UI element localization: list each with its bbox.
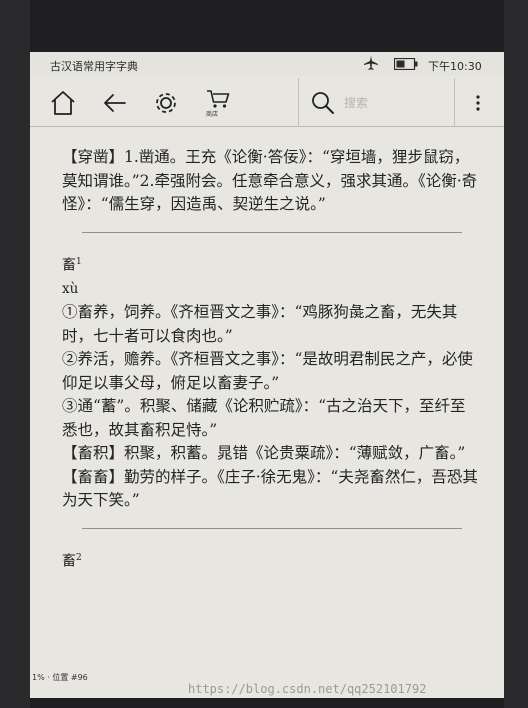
battery-icon: [394, 58, 418, 70]
sense-3: ③通“蓄”。积聚、储藏《论积贮疏》：“古之治天下，至纤至悉也，故其畜积足恃。”: [62, 397, 466, 439]
more-menu-icon[interactable]: [470, 92, 486, 114]
headword-text: 畜: [62, 553, 76, 570]
sense-1: ①畜养，饲养。《齐桓晋文之事》：“鸡豚狗彘之畜，无失其时，七十者可以食肉也。”: [62, 303, 458, 345]
device-bezel-right: [504, 0, 528, 708]
entry-paragraph: 【穿凿】1.凿通。王充《论衡·答佞》：“穿垣墙，狸步鼠窃，莫知谓谁。”2.牵强附…: [62, 148, 478, 213]
sense-2: ②养活，赡养。《齐桓晋文之事》：“是故明君制民之产，必使仰足以事父母，俯足以畜妻…: [62, 350, 473, 392]
reading-progress: 1% · 位置 #96: [32, 672, 88, 683]
toolbar: 商店: [30, 78, 504, 127]
home-icon[interactable]: [48, 88, 78, 118]
compound-entry: 【畜积】积聚，积蓄。晁错《论贵粟疏》：“薄赋敛，广畜。”: [62, 444, 466, 463]
settings-gear-icon[interactable]: [151, 88, 181, 118]
progress-percent: 1%: [32, 673, 45, 682]
headword-index: 1: [76, 256, 82, 267]
entry-divider: [82, 231, 462, 233]
search-input[interactable]: [342, 92, 456, 114]
headword-index: 2: [76, 552, 82, 563]
headword: 畜1: [62, 251, 480, 278]
book-title: 古汉语常用字字典: [50, 60, 138, 73]
location-label: · 位置 #96: [47, 673, 88, 682]
entry-divider: [82, 527, 462, 529]
status-bar: 古汉语常用字字典 下午10:30: [30, 52, 504, 76]
device-bezel-left: [0, 0, 30, 708]
toolbar-separator: [454, 78, 455, 126]
pinyin: xù: [62, 280, 79, 297]
store-button[interactable]: 商店: [204, 86, 232, 120]
store-label: 商店: [206, 111, 219, 118]
airplane-mode-icon: [364, 56, 378, 70]
reader-screen: 古汉语常用字字典 下午10:30 商店 搜索 【穿凿】1.凿通。王充《论衡·答佞…: [30, 52, 504, 698]
headword: 畜2: [62, 547, 480, 574]
clock: 下午10:30: [428, 60, 482, 73]
shopping-cart-icon: [207, 90, 230, 108]
dictionary-entry: 畜1 xù ①畜养，饲养。《齐桓晋文之事》：“鸡豚狗彘之畜，无失其时，七十者可以…: [62, 251, 480, 513]
back-arrow-icon[interactable]: [100, 88, 130, 118]
watermark: https://blog.csdn.net/qq252101792: [188, 682, 427, 696]
headword-text: 畜: [62, 257, 76, 274]
toolbar-separator: [298, 78, 299, 126]
search-icon[interactable]: [310, 90, 336, 116]
dictionary-content: 【穿凿】1.凿通。王充《论衡·答佞》：“穿垣墙，狸步鼠窃，莫知谓谁。”2.牵强附…: [62, 146, 480, 574]
compound-entry: 【畜畜】勤劳的样子。《庄子·徐无鬼》：“夫尧畜然仁，吾恐其为天下笑。”: [62, 467, 478, 510]
